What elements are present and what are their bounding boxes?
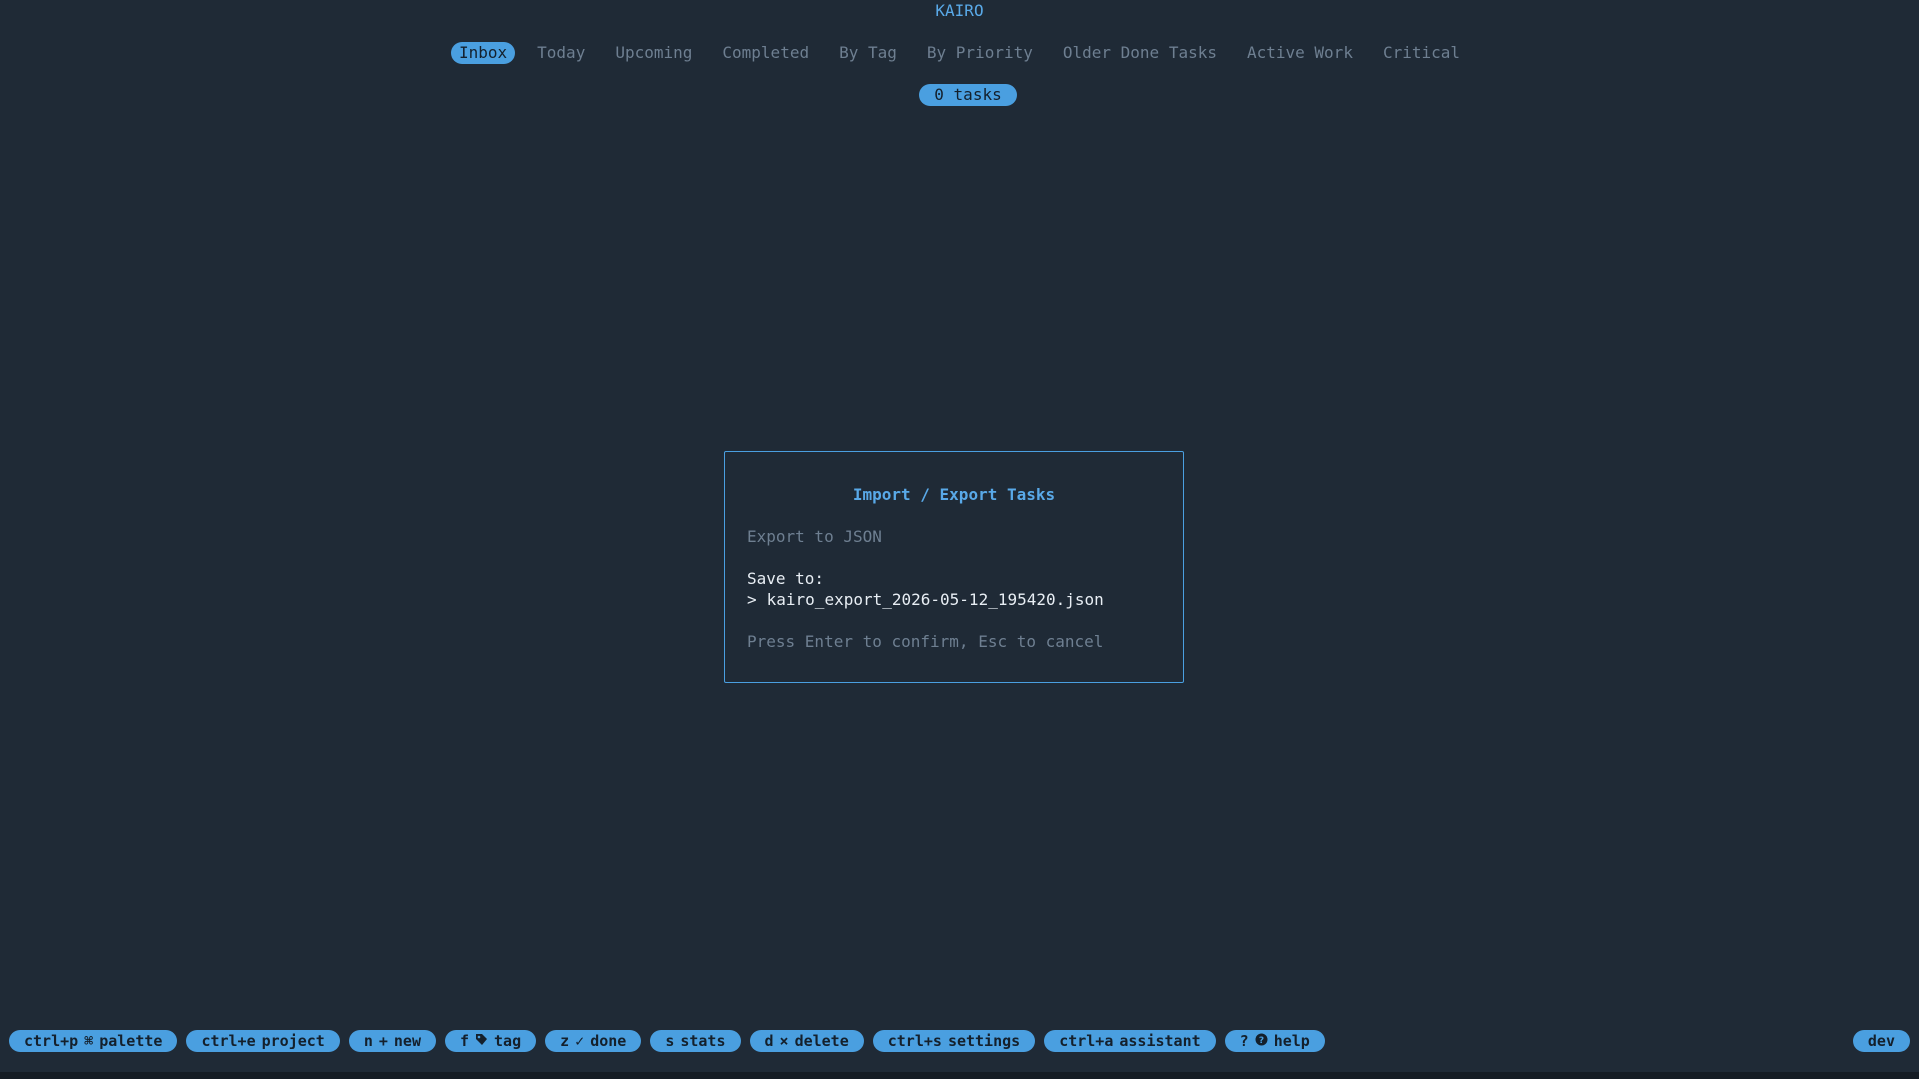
shortcut-tag-button[interactable]: f tag xyxy=(445,1030,537,1052)
app-window: KAIRO Inbox Today Upcoming Completed By … xyxy=(0,0,1919,1079)
tab-by-tag[interactable]: By Tag xyxy=(831,42,905,64)
tab-active-work[interactable]: Active Work xyxy=(1239,42,1361,64)
shortcut-bar: ctrl+p ⌘ palette ctrl+e project n + new … xyxy=(9,1030,1325,1052)
tab-older-done-tasks[interactable]: Older Done Tasks xyxy=(1055,42,1225,64)
path-row: > xyxy=(747,589,1157,611)
shortcut-label: delete xyxy=(794,1032,849,1050)
shortcut-key: ctrl+p xyxy=(24,1032,79,1050)
shortcut-palette-button[interactable]: ctrl+p ⌘ palette xyxy=(9,1030,178,1052)
shortcut-label: done xyxy=(590,1032,627,1050)
shortcut-key: z xyxy=(560,1032,570,1050)
tab-by-priority[interactable]: By Priority xyxy=(919,42,1041,64)
view-tabs: Inbox Today Upcoming Completed By Tag By… xyxy=(0,42,1919,64)
shortcut-label: settings xyxy=(947,1032,1021,1050)
shortcut-done-button[interactable]: z ✓ done xyxy=(545,1030,642,1052)
shortcut-label: assistant xyxy=(1119,1032,1201,1050)
shortcut-key: f xyxy=(460,1032,470,1050)
close-icon: × xyxy=(779,1032,789,1050)
shortcut-key: d xyxy=(764,1032,774,1050)
shortcut-delete-button[interactable]: d × delete xyxy=(749,1030,864,1052)
dialog-title: Import / Export Tasks xyxy=(852,485,1056,504)
prompt-chevron: > xyxy=(747,590,757,609)
command-icon: ⌘ xyxy=(84,1032,94,1050)
dialog-hint: Press Enter to confirm, Esc to cancel xyxy=(747,632,1104,651)
shortcut-assistant-button[interactable]: ctrl+a assistant xyxy=(1044,1030,1216,1052)
shortcut-key: ctrl+a xyxy=(1059,1032,1114,1050)
tab-today[interactable]: Today xyxy=(529,42,593,64)
shortcut-new-button[interactable]: n + new xyxy=(348,1030,436,1052)
svg-text:?: ? xyxy=(1259,1036,1264,1046)
shortcut-label: project xyxy=(261,1032,325,1050)
shortcut-project-button[interactable]: ctrl+e project xyxy=(186,1030,340,1052)
tab-completed[interactable]: Completed xyxy=(714,42,817,64)
shortcut-key: ? xyxy=(1239,1032,1249,1050)
shortcut-key: ctrl+s xyxy=(887,1032,942,1050)
import-export-dialog: Import / Export Tasks Export to JSON Sav… xyxy=(724,451,1184,683)
shortcut-key: ctrl+e xyxy=(201,1032,256,1050)
shortcut-help-button[interactable]: ? ? help xyxy=(1224,1030,1325,1052)
shortcut-key: s xyxy=(665,1032,675,1050)
shortcut-label: palette xyxy=(99,1032,163,1050)
tab-critical[interactable]: Critical xyxy=(1375,42,1468,64)
shortcut-label: new xyxy=(393,1032,421,1050)
check-icon: ✓ xyxy=(575,1032,585,1050)
app-title: KAIRO xyxy=(935,1,984,20)
shortcut-label: stats xyxy=(680,1032,726,1050)
question-circle-icon: ? xyxy=(1255,1030,1268,1052)
shortcut-key: n xyxy=(363,1032,373,1050)
task-count-badge: 0 tasks xyxy=(919,84,1017,106)
shortcut-label: help xyxy=(1273,1032,1310,1050)
shortcut-label: tag xyxy=(494,1032,522,1050)
export-path-input[interactable] xyxy=(766,589,1157,611)
tab-upcoming[interactable]: Upcoming xyxy=(607,42,700,64)
environment-badge: dev xyxy=(1852,1030,1910,1052)
bottom-border xyxy=(0,1072,1919,1079)
dialog-mode-label: Export to JSON xyxy=(747,527,882,546)
shortcut-settings-button[interactable]: ctrl+s settings xyxy=(872,1030,1036,1052)
plus-icon: + xyxy=(378,1032,388,1050)
tab-inbox[interactable]: Inbox xyxy=(450,42,516,64)
save-to-label: Save to: xyxy=(747,569,825,588)
tag-icon xyxy=(475,1030,488,1052)
shortcut-stats-button[interactable]: s stats xyxy=(650,1030,741,1052)
